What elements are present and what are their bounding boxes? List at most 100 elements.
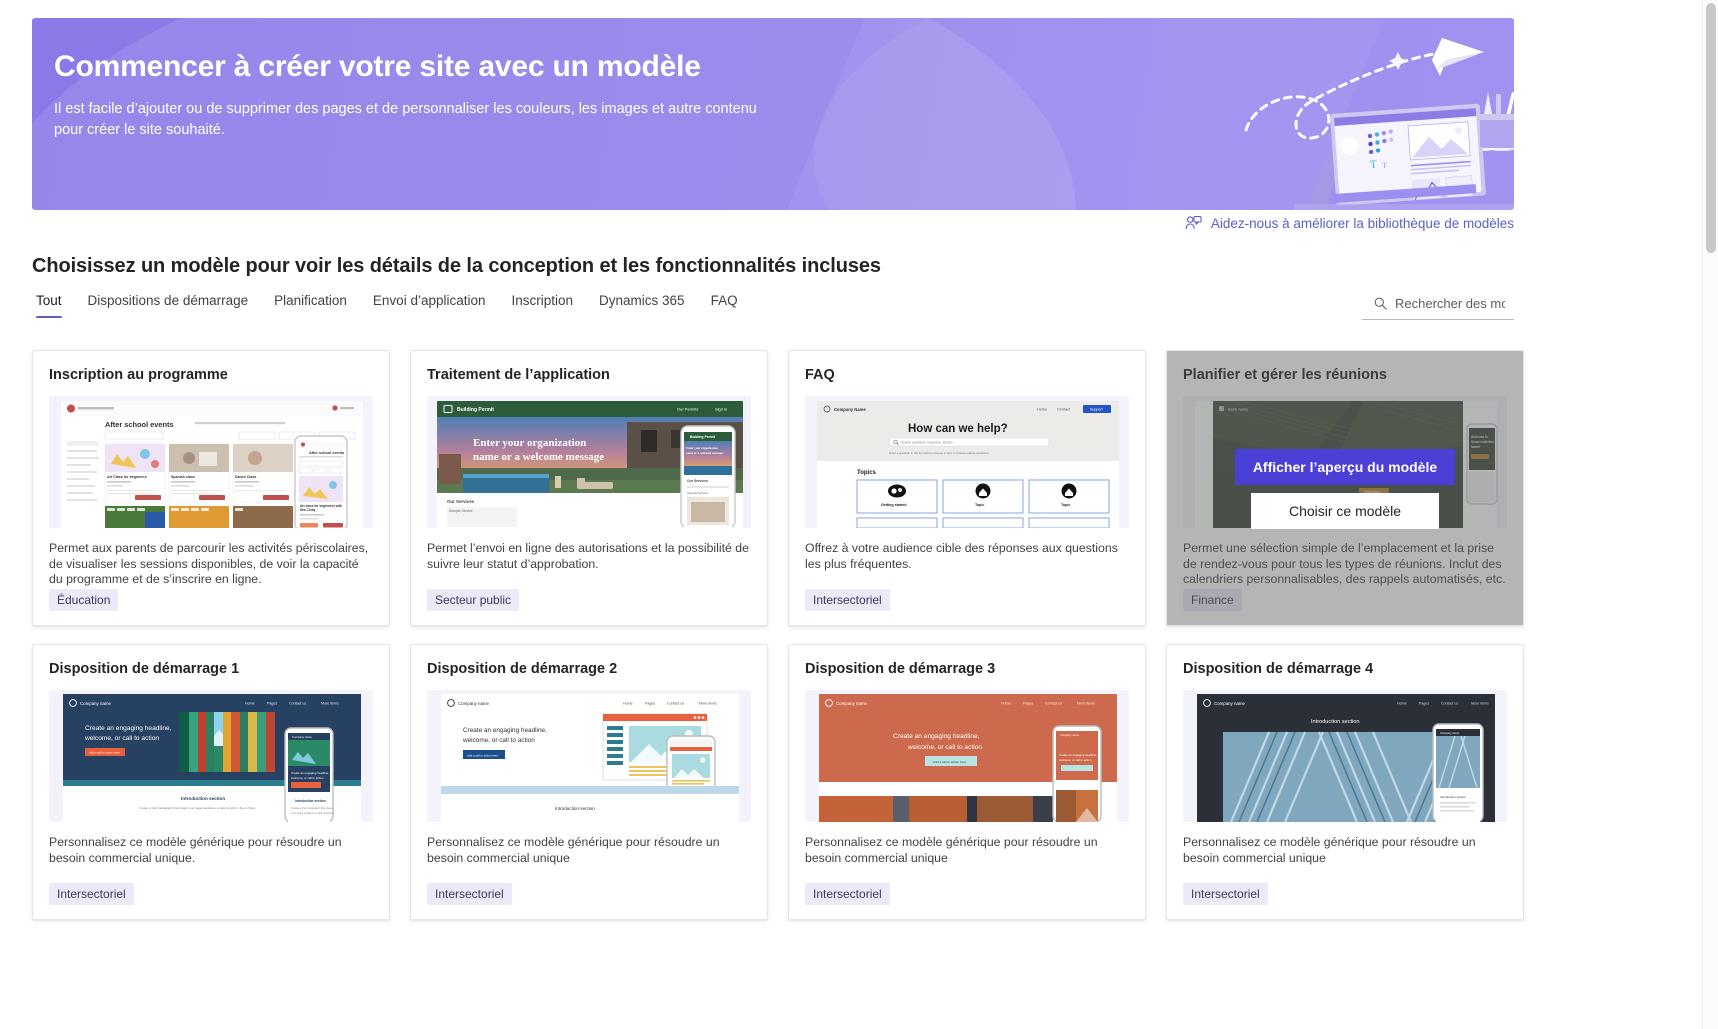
template-card-disposition-de-demarrage-2[interactable]: Disposition de démarrage 2 Company name …	[410, 644, 768, 920]
person-feedback-icon	[1185, 215, 1202, 232]
tab-inscription[interactable]: Inscription	[499, 292, 587, 318]
card-thumbnail: Building Permit Our Permits Sign in	[427, 396, 751, 528]
svg-text:Add a call to action here: Add a call to action here	[467, 753, 498, 757]
hero-subtitle: Il est facile d’ajouter ou de supprimer …	[54, 99, 769, 141]
svg-text:Sign in: Sign in	[715, 407, 727, 412]
hero-text-block: Commencer à créer votre site avec un mod…	[54, 50, 814, 141]
tab-dynamics-365[interactable]: Dynamics 365	[586, 292, 698, 318]
card-tag: Finance	[1183, 589, 1242, 611]
card-title: Traitement de l’application	[411, 351, 767, 384]
svg-text:Company name: Company name	[1060, 733, 1079, 737]
card-tag: Intersectoriel	[49, 883, 134, 905]
svg-text:T: T	[1370, 159, 1378, 171]
search-input[interactable]	[1395, 296, 1505, 311]
svg-text:name or a welcome message: name or a welcome message	[686, 451, 724, 455]
svg-text:name or a welcome message: name or a welcome message	[473, 451, 604, 463]
svg-text:Add a call to action here: Add a call to action here	[933, 760, 966, 764]
svg-text:Getting started: Getting started	[881, 503, 907, 507]
card-title: Planifier et gérer les réunions	[1167, 351, 1523, 384]
svg-text:Sample Service: Sample Service	[449, 509, 473, 513]
card-tag: Intersectoriel	[1183, 883, 1268, 905]
tab-planification[interactable]: Planification	[261, 292, 360, 318]
svg-text:welcome, or call to action: welcome, or call to action	[1059, 758, 1092, 762]
choose-template-button[interactable]: Choisir ce modèle	[1251, 493, 1439, 529]
svg-text:Building Permit: Building Permit	[457, 407, 494, 413]
svg-text:Introduction section: Introduction section	[1440, 795, 1466, 799]
tab-tout[interactable]: Tout	[32, 292, 75, 318]
svg-text:Introduction section: Introduction section	[295, 799, 326, 803]
svg-text:T: T	[1382, 161, 1388, 170]
svg-text:Dance Class: Dance Class	[235, 475, 256, 479]
card-thumbnail: Company name Home Pages Contact us More …	[805, 690, 1129, 822]
vertical-scrollbar[interactable]	[1702, 0, 1718, 1029]
search-icon	[1374, 297, 1387, 310]
tab-faq[interactable]: FAQ	[698, 292, 751, 318]
template-card-disposition-de-demarrage-1[interactable]: Disposition de démarrage 1 Company name …	[32, 644, 390, 920]
template-card-grid: Inscription au programme After school ev…	[32, 350, 1514, 920]
svg-text:Contact us: Contact us	[1045, 702, 1062, 706]
svg-text:welcome, or call to action: welcome, or call to action	[462, 737, 535, 744]
svg-text:Art Class for beginners: Art Class for beginners	[107, 475, 147, 479]
feedback-link[interactable]: Aidez-nous à améliorer la bibliothèque d…	[1185, 215, 1514, 232]
scrollbar-thumb[interactable]	[1706, 3, 1716, 253]
svg-text:Company Name: Company Name	[834, 407, 866, 412]
svg-text:Company name: Company name	[292, 735, 312, 739]
card-thumbnail: Company name Home Pages Contact us More …	[1183, 690, 1507, 822]
card-tag: Secteur public	[427, 589, 519, 611]
svg-text:Create an engaging headline,: Create an engaging headline,	[1059, 753, 1097, 757]
card-description: Personnalisez ce modèle générique pour r…	[33, 822, 389, 866]
template-card-disposition-de-demarrage-3[interactable]: Disposition de démarrage 3 Company name …	[788, 644, 1146, 920]
card-description: Personnalisez ce modèle générique pour r…	[789, 822, 1145, 866]
card-tag: Éducation	[49, 589, 118, 611]
card-description: Permet l’envoi en ligne des autorisation…	[411, 528, 767, 572]
svg-text:More items: More items	[1077, 702, 1095, 706]
tab-dispositions-de-demarrage[interactable]: Dispositions de démarrage	[75, 292, 262, 318]
preview-template-button[interactable]: Afficher l’aperçu du modèle	[1235, 449, 1455, 485]
svg-text:Support: Support	[1090, 408, 1103, 412]
hero-illustration: T T	[1184, 18, 1514, 210]
template-card-disposition-de-demarrage-4[interactable]: Disposition de démarrage 4 Company name …	[1166, 644, 1524, 920]
svg-text:Contact: Contact	[1057, 408, 1071, 412]
template-card-faq[interactable]: FAQ Company Name Home Contact Support Ho…	[788, 350, 1146, 626]
card-hover-actions: Afficher l’aperçu du modèle Choisir ce m…	[1167, 449, 1523, 529]
tab-envoi-application[interactable]: Envoi d’application	[360, 292, 499, 318]
svg-text:Add a call to action here: Add a call to action here	[89, 751, 120, 755]
template-card-planifier-et-gerer-les-reunions[interactable]: Planifier et gérer les réunions	[1166, 350, 1524, 626]
card-title: Disposition de démarrage 1	[33, 645, 389, 678]
svg-text:Company name: Company name	[458, 701, 490, 706]
svg-text:Introduction section: Introduction section	[555, 806, 595, 811]
svg-text:Create a short paragraph that: Create a short paragraph that shows	[291, 806, 334, 810]
card-description: Permet aux parents de parcourir les acti…	[33, 528, 389, 588]
template-card-traitement-de-lapplication[interactable]: Traitement de l’application Building Per…	[410, 350, 768, 626]
svg-text:Home: Home	[623, 702, 633, 706]
card-thumbnail: Company name Home Pages Contact us More …	[49, 690, 373, 822]
svg-text:Our Permits: Our Permits	[677, 407, 698, 412]
svg-text:Pages: Pages	[1023, 702, 1033, 706]
card-description: Permet une sélection simple de l’emplace…	[1167, 528, 1523, 588]
svg-text:Topic: Topic	[1061, 503, 1070, 507]
svg-text:Bank name: Bank name	[1228, 407, 1249, 412]
svg-text:Building Permit: Building Permit	[690, 435, 716, 439]
card-description: Personnalisez ce modèle générique pour r…	[1167, 822, 1523, 866]
svg-text:Company name: Company name	[80, 701, 112, 706]
svg-text:Company name: Company name	[836, 701, 868, 706]
svg-text:Company name: Company name	[1440, 731, 1459, 735]
svg-text:Create an engaging headline,: Create an engaging headline,	[85, 725, 172, 732]
svg-text:Company name: Company name	[1214, 701, 1246, 706]
svg-text:Pages: Pages	[645, 702, 655, 706]
svg-text:welcome, or call to action: welcome, or call to action	[84, 735, 159, 742]
svg-text:Pages: Pages	[267, 702, 277, 706]
category-tabs: Tout Dispositions de démarrage Planifica…	[32, 292, 1514, 326]
card-tag: Intersectoriel	[805, 883, 890, 905]
search-box[interactable]	[1362, 288, 1514, 320]
svg-text:More items: More items	[1471, 702, 1489, 706]
svg-text:Create a short paragraph that: Create a short paragraph that shows your…	[139, 806, 256, 810]
svg-text:Topic: Topic	[975, 503, 984, 507]
svg-text:Sample Service: Sample Service	[687, 491, 708, 495]
page-title: Choisissez un modèle pour voir les détai…	[32, 255, 881, 278]
template-card-inscription-au-programme[interactable]: Inscription au programme After school ev…	[32, 350, 390, 626]
svg-text:Create an engaging headline,: Create an engaging headline,	[463, 727, 547, 734]
svg-text:welcome, or call to action: welcome, or call to action	[907, 744, 982, 751]
svg-text:Welcome to: Welcome to	[1471, 435, 1488, 439]
svg-text:Topics: Topics	[857, 470, 877, 476]
